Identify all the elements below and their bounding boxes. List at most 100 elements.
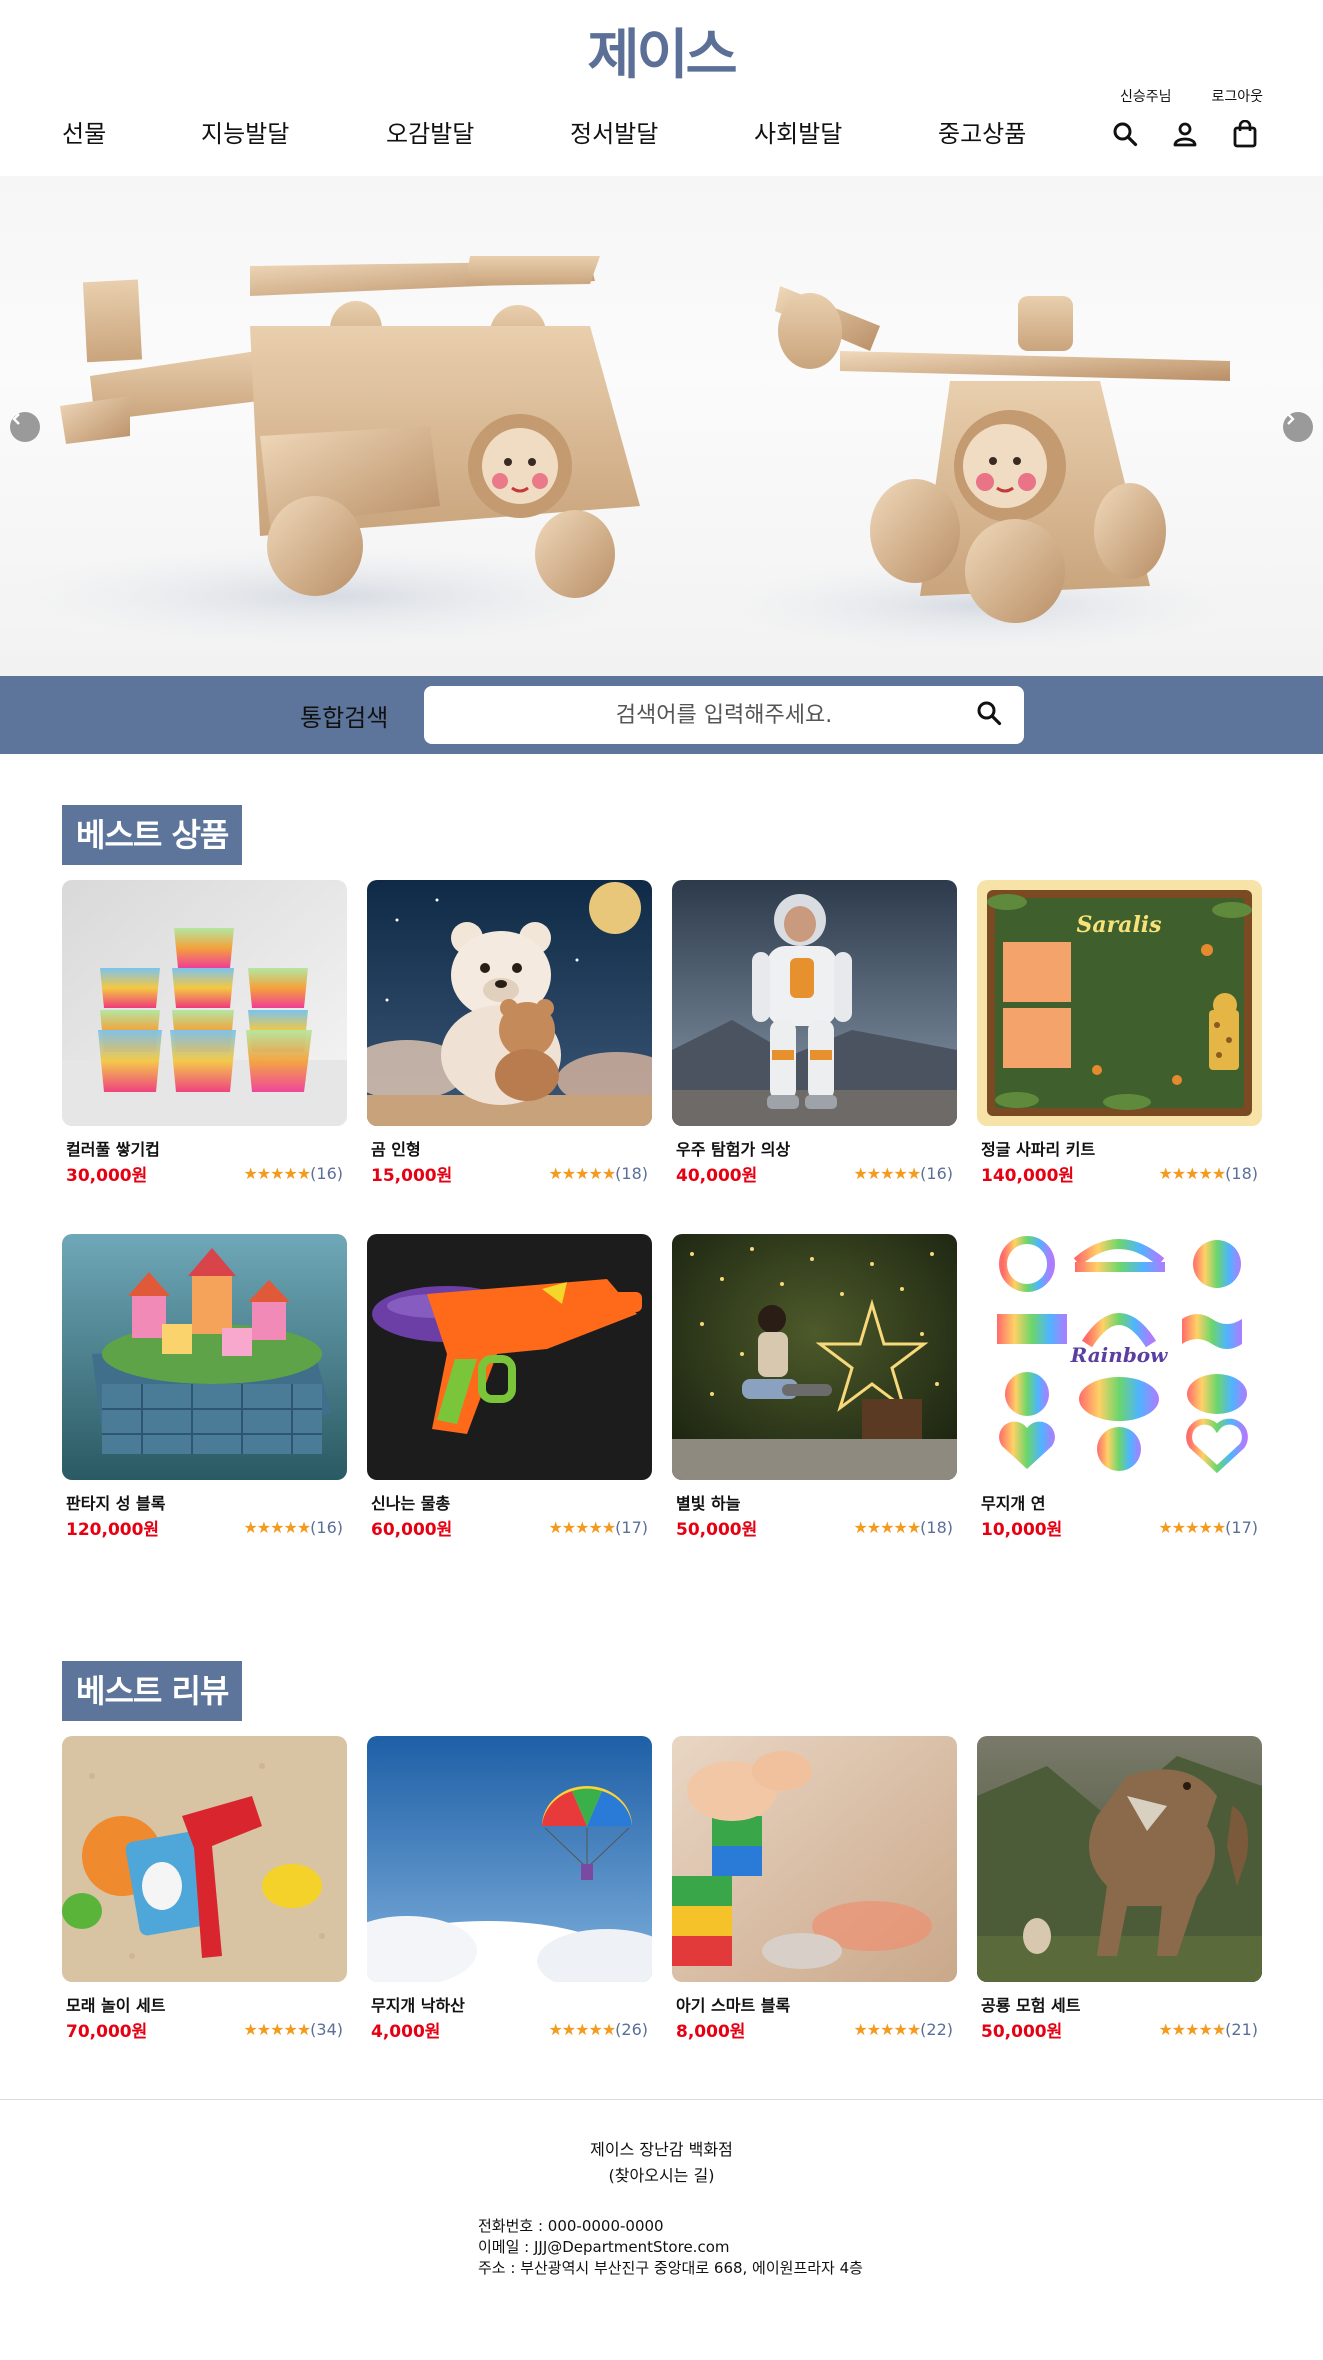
hero-image: [10, 256, 1240, 651]
review-card[interactable]: 무지개 낙하산 4,000원 ★★★★★(26): [367, 1736, 652, 2042]
site-logo[interactable]: 제이스: [575, 26, 747, 84]
review-count: (18): [1225, 1164, 1258, 1183]
product-card[interactable]: Saralis 정글 사파리 키트 140,000원 ★★★★★(18): [977, 880, 1262, 1186]
product-meta: 15,000원 ★★★★★(18): [367, 1161, 652, 1186]
product-card[interactable]: 판타지 성 블록 120,000원 ★★★★★(16): [62, 1234, 347, 1540]
product-price: 120,000원: [66, 1520, 160, 1540]
product-price: 50,000원: [676, 1520, 758, 1540]
product-rating: ★★★★★(18): [853, 1518, 953, 1537]
review-price: 50,000원: [981, 2022, 1063, 2042]
review-count: (17): [1225, 1518, 1258, 1537]
product-rating: ★★★★★(16): [853, 1164, 953, 1183]
product-name: 컬러풀 쌓기컵: [66, 1140, 160, 1159]
review-count: (16): [310, 1164, 343, 1183]
nav-item-used-goods[interactable]: 중고상품: [938, 114, 1026, 149]
review-count: (16): [920, 1164, 953, 1183]
product-price: 40,000원: [676, 1166, 758, 1186]
rating-stars: ★★★★★: [243, 1164, 311, 1183]
user-links: 신승주님 로그아웃: [1120, 86, 1263, 106]
search-icon[interactable]: [1109, 118, 1141, 150]
review-count: (16): [310, 1518, 343, 1537]
hero-prev-button[interactable]: [10, 412, 40, 442]
main-nav: 선물 지능발달 오감발달 정서발달 사회발달 중고상품: [62, 114, 1026, 149]
nav-item-social[interactable]: 사회발달: [754, 114, 938, 149]
product-card[interactable]: 신나는 물총 60,000원 ★★★★★(17): [367, 1234, 652, 1540]
product-name: 우주 탐험가 의상: [676, 1140, 791, 1159]
rating-stars: ★★★★★: [243, 1518, 311, 1537]
product-meta: 40,000원 ★★★★★(16): [672, 1161, 957, 1186]
product-rating: ★★★★★(16): [243, 1164, 343, 1183]
product-price: 30,000원: [66, 1166, 148, 1186]
product-meta: 120,000원 ★★★★★(16): [62, 1515, 347, 1540]
user-icon[interactable]: [1169, 118, 1201, 150]
footer-store-name: 제이스 장난감 백화점: [590, 2140, 733, 2159]
review-count: (34): [310, 2020, 343, 2039]
product-card[interactable]: 컬러풀 쌓기컵 30,000원 ★★★★★(16): [62, 880, 347, 1186]
rating-stars: ★★★★★: [548, 2020, 616, 2039]
hero-banner[interactable]: [0, 176, 1323, 676]
review-product-name: 무지개 낙하산: [371, 1996, 465, 2015]
nav-item-senses[interactable]: 오감발달: [386, 114, 570, 149]
product-image: [672, 880, 957, 1126]
review-image: [367, 1736, 652, 1982]
logo-text: 제이스: [587, 23, 737, 86]
rating-stars: ★★★★★: [1158, 1164, 1226, 1183]
review-count: (18): [920, 1518, 953, 1537]
search-box: [424, 686, 1024, 744]
search-submit-button[interactable]: [976, 700, 1006, 730]
review-count: (18): [615, 1164, 648, 1183]
header-icons: [1109, 118, 1261, 150]
product-rating: ★★★★★(18): [1158, 1164, 1258, 1183]
footer-phone: 전화번호 : 000-0000-0000: [478, 2217, 664, 2235]
search-input[interactable]: [424, 686, 964, 744]
product-card[interactable]: 곰 인형 15,000원 ★★★★★(18): [367, 880, 652, 1186]
search-icon: [977, 701, 1002, 726]
product-meta: 50,000원 ★★★★★(18): [672, 1515, 957, 1540]
review-count: (26): [615, 2020, 648, 2039]
hero-next-button[interactable]: [1283, 412, 1313, 442]
product-rating: ★★★★★(17): [1158, 1518, 1258, 1537]
product-card[interactable]: 별빛 하늘 50,000원 ★★★★★(18): [672, 1234, 957, 1540]
review-count: (17): [615, 1518, 648, 1537]
review-meta: 4,000원 ★★★★★(26): [367, 2017, 652, 2042]
review-rating: ★★★★★(34): [243, 2020, 343, 2039]
saralis-text: Saralis: [1076, 912, 1161, 938]
rating-stars: ★★★★★: [853, 2020, 921, 2039]
review-count: (21): [1225, 2020, 1258, 2039]
product-meta: 10,000원 ★★★★★(17): [977, 1515, 1262, 1540]
review-product-name: 아기 스마트 블록: [676, 1996, 791, 2015]
review-card[interactable]: 모래 놀이 세트 70,000원 ★★★★★(34): [62, 1736, 347, 2042]
user-name-link[interactable]: 신승주님: [1120, 86, 1172, 106]
product-card[interactable]: 우주 탐험가 의상 40,000원 ★★★★★(16): [672, 880, 957, 1186]
rainbow-text: Rainbow: [1070, 1343, 1169, 1367]
product-name: 별빛 하늘: [676, 1494, 741, 1513]
nav-item-gift[interactable]: 선물: [62, 114, 201, 149]
product-rating: ★★★★★(16): [243, 1518, 343, 1537]
best-products-grid: 컬러풀 쌓기컵 30,000원 ★★★★★(16) 곰 인형 15,000원 ★…: [62, 880, 1262, 1540]
logout-link[interactable]: 로그아웃: [1211, 86, 1263, 106]
product-rating: ★★★★★(18): [548, 1164, 648, 1183]
rating-stars: ★★★★★: [548, 1164, 616, 1183]
review-product-name: 공룡 모험 세트: [981, 1996, 1081, 2015]
product-meta: 30,000원 ★★★★★(16): [62, 1161, 347, 1186]
shopping-bag-icon[interactable]: [1229, 118, 1261, 150]
review-price: 4,000원: [371, 2022, 441, 2042]
product-image: [367, 880, 652, 1126]
nav-item-intelligence[interactable]: 지능발달: [201, 114, 386, 149]
product-name: 정글 사파리 키트: [981, 1140, 1096, 1159]
product-card[interactable]: Rainbow 무지개 연 10,000원 ★★★★★(17): [977, 1234, 1262, 1540]
nav-item-emotion[interactable]: 정서발달: [570, 114, 754, 149]
footer-directions-link[interactable]: (찾아오시는 길): [0, 2162, 1323, 2186]
product-price: 10,000원: [981, 1520, 1063, 1540]
product-meta: 140,000원 ★★★★★(18): [977, 1161, 1262, 1186]
review-card[interactable]: 공룡 모험 세트 50,000원 ★★★★★(21): [977, 1736, 1262, 2042]
rating-stars: ★★★★★: [243, 2020, 311, 2039]
footer-email: 이메일 : JJJ@DepartmentStore.com: [478, 2238, 730, 2256]
footer-info: 전화번호 : 000-0000-0000 이메일 : JJJ@Departmen…: [478, 2216, 863, 2279]
review-image: [62, 1736, 347, 1982]
product-price: 15,000원: [371, 1166, 453, 1186]
best-products-title: 베스트 상품: [62, 805, 243, 865]
chevron-left-icon: [12, 413, 20, 425]
review-card[interactable]: 아기 스마트 블록 8,000원 ★★★★★(22): [672, 1736, 957, 2042]
product-image: [62, 1234, 347, 1480]
